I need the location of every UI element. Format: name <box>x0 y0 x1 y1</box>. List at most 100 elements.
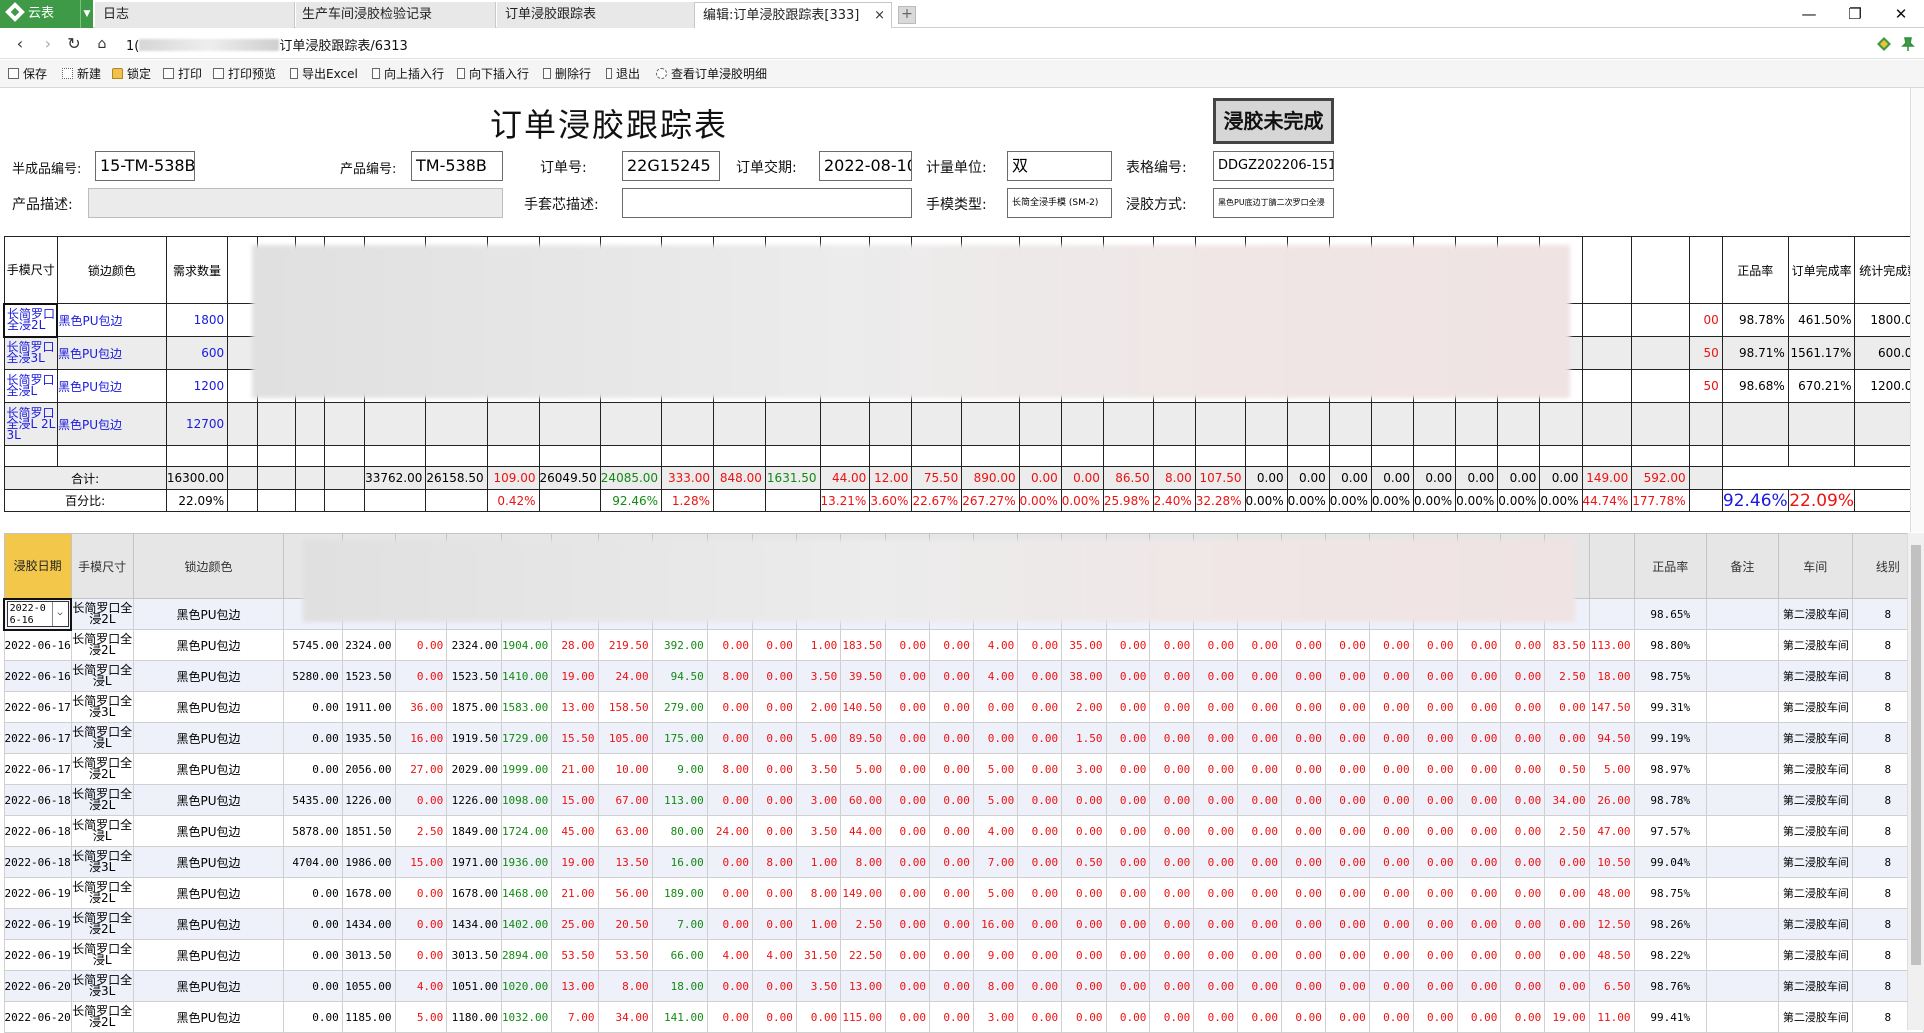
value-cell[interactable]: 0.00 <box>1149 939 1195 971</box>
value-cell[interactable]: 0.00 <box>1193 939 1239 971</box>
value-cell[interactable]: 105.00 <box>597 722 653 754</box>
mold-size-cell[interactable]: 长简罗口全浸L <box>70 939 134 971</box>
summary-size-link[interactable]: 长简罗口全浸L 2L 3L <box>3 402 58 446</box>
value-cell[interactable]: 0.00 <box>972 722 1019 754</box>
workshop-cell[interactable]: 第二浸胶车间 <box>1777 970 1853 1002</box>
value-cell[interactable]: 89.50 <box>840 722 887 754</box>
value-cell[interactable]: 6.50 <box>1588 970 1635 1002</box>
value-cell[interactable]: 0.00 <box>1456 784 1502 816</box>
header-detail-column[interactable] <box>1588 533 1635 599</box>
value-cell[interactable]: 2.00 <box>795 691 842 723</box>
value-cell[interactable]: 5280.00 <box>283 660 343 692</box>
value-cell[interactable]: 45.00 <box>551 815 599 847</box>
edge-color-cell[interactable]: 黑色PU包边 <box>132 784 285 816</box>
value-cell[interactable]: 48.00 <box>1588 877 1635 909</box>
value-cell[interactable]: 0.00 <box>1149 846 1195 878</box>
value-cell[interactable]: 20.50 <box>597 908 653 940</box>
value-cell[interactable]: 0.00 <box>1281 784 1326 816</box>
value-cell[interactable]: 0.00 <box>1149 784 1195 816</box>
value-cell[interactable]: 0.00 <box>929 691 974 723</box>
value-cell[interactable]: 0.00 <box>1193 908 1239 940</box>
value-cell[interactable]: 0.00 <box>1412 753 1458 785</box>
value-cell[interactable]: 0.00 <box>752 691 797 723</box>
value-cell[interactable]: 0.00 <box>1237 939 1283 971</box>
value-cell[interactable]: 0.00 <box>885 939 931 971</box>
value-cell[interactable]: 0.00 <box>1412 877 1458 909</box>
value-cell[interactable]: 1904.00 <box>500 629 553 661</box>
value-cell[interactable]: 1.50 <box>1061 722 1107 754</box>
value-cell[interactable]: 219.50 <box>597 629 653 661</box>
value-cell[interactable]: 0.00 <box>1193 629 1239 661</box>
value-cell[interactable]: 0.00 <box>885 691 931 723</box>
value-cell[interactable]: 0.00 <box>1368 722 1414 754</box>
value-cell[interactable]: 0.00 <box>283 1001 343 1033</box>
value-cell[interactable]: 141.00 <box>651 1001 708 1033</box>
value-cell[interactable]: 1849.00 <box>446 815 502 847</box>
extension-diamond-icon[interactable] <box>1876 36 1892 52</box>
edge-color-cell[interactable]: 黑色PU包边 <box>132 753 285 785</box>
workshop-cell[interactable]: 第二浸胶车间 <box>1777 753 1853 785</box>
remark-cell[interactable] <box>1705 877 1779 909</box>
value-cell[interactable]: 27.00 <box>394 753 448 785</box>
value-cell[interactable]: 0.00 <box>1456 970 1502 1002</box>
value-cell[interactable]: 5878.00 <box>283 815 343 847</box>
value-cell[interactable]: 1434.00 <box>341 908 396 940</box>
workshop-cell[interactable]: 第二浸胶车间 <box>1777 815 1853 847</box>
value-cell[interactable]: 0.00 <box>1105 722 1151 754</box>
pin-icon[interactable] <box>1900 36 1916 52</box>
home-icon[interactable]: ⌂ <box>90 32 114 56</box>
core-field[interactable] <box>622 188 912 218</box>
value-cell[interactable]: 0.00 <box>1105 970 1151 1002</box>
value-cell[interactable]: 1523.50 <box>446 660 502 692</box>
close-window-button[interactable]: ✕ <box>1878 0 1924 28</box>
value-cell[interactable]: 0.00 <box>1368 660 1414 692</box>
remark-cell[interactable] <box>1705 660 1779 692</box>
value-cell[interactable]: 0.00 <box>1281 629 1326 661</box>
value-cell[interactable]: 1.00 <box>795 846 842 878</box>
value-cell[interactable]: 1919.50 <box>446 722 502 754</box>
value-cell[interactable]: 0.00 <box>1500 691 1546 723</box>
workshop-cell[interactable]: 第二浸胶车间 <box>1777 877 1853 909</box>
value-cell[interactable]: 0.00 <box>1281 691 1326 723</box>
value-cell[interactable]: 0.00 <box>1500 939 1546 971</box>
value-cell[interactable]: 0.00 <box>929 660 974 692</box>
mold-size-cell[interactable]: 长简罗口全浸2L <box>70 1001 134 1033</box>
value-cell[interactable]: 9.00 <box>651 753 708 785</box>
dip-date-cell[interactable]: 2022-06-17 <box>3 753 72 785</box>
workshop-cell[interactable]: 第二浸胶车间 <box>1777 598 1853 630</box>
order-no-field[interactable]: 22G15245 <box>622 151 720 181</box>
value-cell[interactable]: 8.00 <box>597 970 653 1002</box>
edge-color-cell[interactable]: 黑色PU包边 <box>132 815 285 847</box>
table-row[interactable]: 2022-06-18 长简罗口全浸2L 黑色PU包边 5435.00 1226.00 0.… <box>3 784 1924 816</box>
value-cell[interactable]: 5.00 <box>394 1001 448 1033</box>
value-cell[interactable]: 3.50 <box>795 660 842 692</box>
value-cell[interactable]: 0.00 <box>1017 877 1063 909</box>
value-cell[interactable]: 0.50 <box>1544 753 1590 785</box>
value-cell[interactable]: 0.00 <box>1105 753 1151 785</box>
value-cell[interactable]: 0.00 <box>1193 877 1239 909</box>
value-cell[interactable]: 0.00 <box>1368 1001 1414 1033</box>
value-cell[interactable]: 0.00 <box>1500 1001 1546 1033</box>
value-cell[interactable]: 8.00 <box>840 846 887 878</box>
header-edge-color[interactable]: 锁边颜色 <box>132 533 285 599</box>
header-dip-date[interactable]: 浸胶日期 <box>3 533 72 599</box>
page-scrollbar[interactable] <box>1910 88 1924 532</box>
value-cell[interactable]: 0.00 <box>1193 846 1239 878</box>
dip-status-button[interactable]: 浸胶未完成 <box>1213 98 1334 144</box>
value-cell[interactable]: 0.00 <box>929 846 974 878</box>
value-cell[interactable]: 0.00 <box>1017 722 1063 754</box>
value-cell[interactable]: 0.00 <box>1105 629 1151 661</box>
value-cell[interactable]: 0.00 <box>1324 1001 1370 1033</box>
remark-cell[interactable] <box>1705 1001 1779 1033</box>
value-cell[interactable]: 0.00 <box>1368 753 1414 785</box>
value-cell[interactable]: 0.00 <box>1324 722 1370 754</box>
value-cell[interactable]: 15.00 <box>551 784 599 816</box>
value-cell[interactable]: 0.00 <box>394 660 448 692</box>
value-cell[interactable]: 0.00 <box>1149 815 1195 847</box>
value-cell[interactable]: 0.00 <box>1368 691 1414 723</box>
value-cell[interactable]: 0.00 <box>1193 784 1239 816</box>
value-cell[interactable]: 3013.50 <box>341 939 396 971</box>
value-cell[interactable]: 26.00 <box>1588 784 1635 816</box>
value-cell[interactable]: 0.00 <box>394 629 448 661</box>
value-cell[interactable]: 0.00 <box>752 877 797 909</box>
